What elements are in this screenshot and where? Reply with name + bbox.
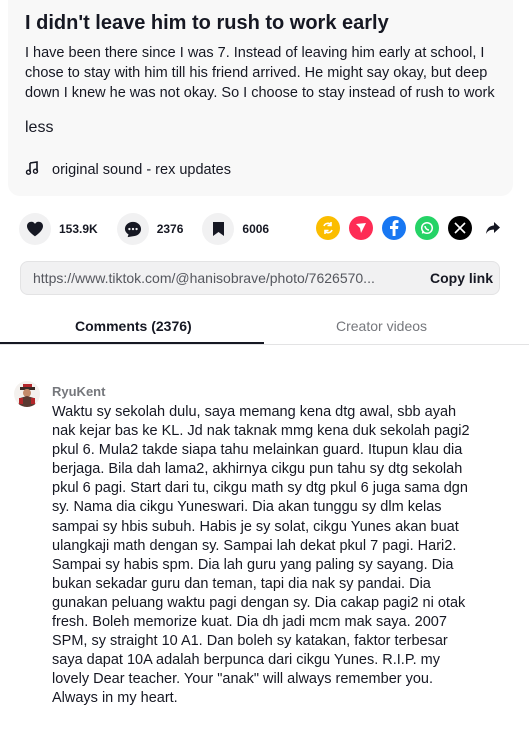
like-button[interactable]: 153.9K — [19, 213, 98, 245]
music-link[interactable]: original sound - rex updates — [25, 161, 497, 178]
action-bar: 153.9K 2376 6006 — [19, 213, 288, 245]
copy-link-button[interactable]: Copy link — [430, 270, 493, 286]
bookmark-icon — [202, 213, 235, 245]
music-title: original sound - rex updates — [52, 161, 231, 178]
post-description-card: I didn't leave him to rush to work early… — [8, 0, 513, 196]
post-title: I didn't leave him to rush to work early — [25, 12, 389, 34]
whatsapp-icon[interactable] — [415, 216, 439, 240]
x-icon[interactable] — [448, 216, 472, 240]
tab-creator-videos[interactable]: Creator videos — [336, 318, 427, 334]
comment-text: Waktu sy sekolah dulu, saya memang kena … — [52, 404, 470, 707]
comment-icon — [116, 213, 149, 245]
less-button[interactable]: less — [25, 119, 497, 137]
embed-icon[interactable] — [316, 216, 340, 240]
comment-body: RyuKent Waktu sy sekolah dulu, saya mema… — [52, 380, 472, 709]
music-note-icon — [25, 161, 43, 178]
active-tab-indicator — [0, 342, 264, 344]
avatar[interactable] — [14, 381, 40, 407]
link-box: https://www.tiktok.com/@hanisobrave/phot… — [20, 261, 500, 295]
comment-username[interactable]: RyuKent — [52, 384, 472, 399]
save-count: 6006 — [242, 222, 270, 236]
comment-button[interactable]: 2376 — [116, 213, 184, 245]
share-arrow-icon[interactable] — [481, 216, 505, 240]
share-bar — [316, 216, 514, 240]
save-button[interactable]: 6006 — [202, 213, 269, 245]
like-count: 153.9K — [59, 222, 98, 236]
send-icon[interactable] — [349, 216, 373, 240]
comment-count: 2376 — [156, 222, 184, 236]
facebook-icon[interactable] — [382, 216, 406, 240]
link-url[interactable]: https://www.tiktok.com/@hanisobrave/phot… — [21, 270, 403, 286]
tab-bar: Comments (2376) Creator videos — [0, 308, 529, 345]
comment-item: RyuKent Waktu sy sekolah dulu, saya mema… — [14, 380, 472, 709]
tab-comments[interactable]: Comments (2376) — [75, 318, 192, 334]
post-description: I have been there since I was 7. Instead… — [25, 45, 495, 101]
heart-icon — [19, 213, 51, 245]
